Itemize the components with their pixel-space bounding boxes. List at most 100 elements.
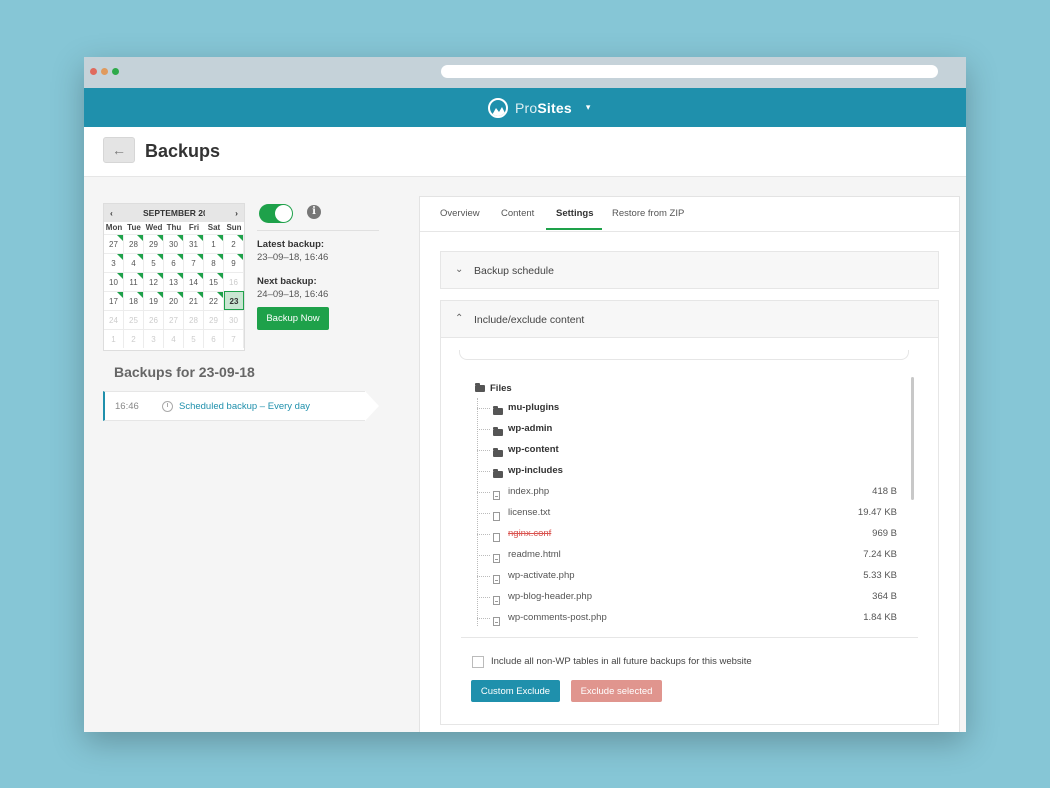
calendar-day: 4: [164, 329, 184, 348]
calendar-day[interactable]: 8: [204, 253, 224, 272]
brand-name: ProSites: [515, 99, 572, 116]
calendar-day[interactable]: 9: [224, 253, 244, 272]
accordion-title: Include/exclude content: [474, 314, 585, 326]
calendar-day: 7: [224, 329, 244, 348]
tree-item-size: 5.33 KB: [863, 570, 897, 581]
tree-file-row[interactable]: wp-blog-header.php 364 B: [477, 587, 897, 607]
calendar-day: 27: [164, 310, 184, 329]
exclude-selected-button[interactable]: Exclude selected: [571, 680, 662, 702]
tree-branch-line: [477, 471, 490, 472]
brand-menu[interactable]: ProSites ▾: [488, 96, 590, 119]
calendar-day[interactable]: 19: [144, 291, 164, 310]
custom-exclude-button[interactable]: Custom Exclude: [471, 680, 560, 702]
tree-branch-line: [477, 555, 490, 556]
folder-open-icon: [475, 382, 485, 392]
tree-file-row[interactable]: license.txt 19.47 KB: [477, 503, 897, 523]
tree-branch-line: [477, 597, 490, 598]
tree-folder-row[interactable]: wp-admin: [477, 419, 897, 439]
calendar-day[interactable]: 1: [204, 234, 224, 253]
tree-item-name: index.php: [508, 486, 550, 497]
accordion-backup-schedule[interactable]: ⌄ Backup schedule: [440, 251, 939, 289]
calendar-day: 29: [204, 310, 224, 329]
tree-file-row[interactable]: wp-activate.php 5.33 KB: [477, 566, 897, 586]
calendar-day[interactable]: 21: [184, 291, 204, 310]
browser-window: ProSites ▾ ← Backups ‹ SEPTEMBER 2018 › …: [84, 57, 966, 732]
tab-bar: Overview Content Settings Restore from Z…: [420, 197, 959, 232]
tree-folder-row[interactable]: mu-plugins: [477, 398, 897, 418]
calendar-day[interactable]: 30: [164, 234, 184, 253]
tree-file-row[interactable]: index.php 418 B: [477, 482, 897, 502]
calendar-next-button[interactable]: ›: [235, 208, 238, 218]
tab-content[interactable]: Content: [501, 208, 534, 219]
tree-file-row[interactable]: readme.html 7.24 KB: [477, 545, 897, 565]
backup-calendar: ‹ SEPTEMBER 2018 › Mon Tue WedThu Fri Sat Sun…: [103, 203, 245, 351]
calendar-day[interactable]: 28: [124, 234, 144, 253]
include-tables-label: Include all non-WP tables in all future …: [491, 656, 752, 667]
include-exclude-body: Files mu-plugins wp-admin wp-content wp-inc…: [440, 338, 939, 725]
tab-settings[interactable]: Settings: [556, 208, 593, 219]
tree-folder-row[interactable]: wp-includes: [477, 461, 897, 481]
backups-for-heading: Backups for 23-09-18: [114, 364, 255, 380]
calendar-weekday: Sat: [207, 223, 221, 232]
calendar-day[interactable]: 15: [204, 272, 224, 291]
calendar-day[interactable]: 11: [124, 272, 144, 291]
calendar-day[interactable]: 13: [164, 272, 184, 291]
tab-overview[interactable]: Overview: [440, 208, 480, 219]
back-button[interactable]: ←: [103, 137, 135, 163]
calendar-day: 3: [144, 329, 164, 348]
tab-restore-zip[interactable]: Restore from ZIP: [612, 208, 684, 219]
latest-backup-value: 23–09–18, 16:46: [257, 252, 329, 263]
tree-item-size: 418 B: [872, 486, 897, 497]
tree-folder-row[interactable]: wp-content: [477, 440, 897, 460]
include-tables-checkbox[interactable]: [472, 656, 484, 668]
calendar-day[interactable]: 7: [184, 253, 204, 272]
accordion-include-exclude[interactable]: ⌃ Include/exclude content: [440, 300, 939, 338]
calendar-day[interactable]: 18: [124, 291, 144, 310]
calendar-day[interactable]: 29: [144, 234, 164, 253]
backup-now-button[interactable]: Backup Now: [257, 307, 329, 330]
tree-branch-line: [477, 576, 490, 577]
calendar-day[interactable]: 3: [104, 253, 124, 272]
calendar-day[interactable]: 22: [204, 291, 224, 310]
calendar-weekday: Mon: [105, 223, 123, 232]
calendar-day[interactable]: 12: [144, 272, 164, 291]
top-navbar: ProSites ▾: [84, 88, 966, 127]
minimize-dot[interactable]: [101, 68, 108, 75]
arrow-left-icon: ←: [112, 142, 126, 158]
calendar-day[interactable]: 31: [184, 234, 204, 253]
calendar-day-selected[interactable]: 23: [224, 291, 244, 310]
backup-list-item[interactable]: 16:46 Scheduled backup – Every day: [103, 391, 379, 421]
tree-branch-line: [477, 492, 490, 493]
calendar-day[interactable]: 27: [104, 234, 124, 253]
caret-down-icon[interactable]: ▾: [586, 102, 591, 113]
calendar-day[interactable]: 6: [164, 253, 184, 272]
info-icon[interactable]: i: [307, 205, 321, 219]
tree-file-row[interactable]: nginx.conf 969 B: [477, 524, 897, 544]
calendar-day[interactable]: 10: [104, 272, 124, 291]
tree-item-size: 19.47 KB: [857, 507, 897, 518]
calendar-day[interactable]: 17: [104, 291, 124, 310]
close-dot[interactable]: [90, 68, 97, 75]
brand-logo-icon: [488, 97, 508, 118]
calendar-day[interactable]: 2: [224, 234, 244, 253]
tree-root-label: Files: [490, 383, 512, 394]
calendar-header: ‹ SEPTEMBER 2018 ›: [104, 204, 244, 222]
tree-root-files[interactable]: Files: [475, 382, 512, 394]
calendar-day[interactable]: 14: [184, 272, 204, 291]
calendar-prev-button[interactable]: ‹: [110, 208, 113, 218]
backup-toggle[interactable]: [259, 204, 293, 223]
tree-file-row[interactable]: wp-comments-post.php 1.84 KB: [477, 608, 897, 628]
calendar-weekday: Wed: [145, 223, 163, 232]
divider: [257, 230, 379, 231]
tree-branch-line: [477, 408, 490, 409]
maximize-dot[interactable]: [112, 68, 119, 75]
tree-scrollbar[interactable]: [911, 377, 914, 500]
calendar-day[interactable]: 4: [124, 253, 144, 272]
tree-item-size: 969 B: [872, 528, 897, 539]
address-bar[interactable]: [441, 65, 938, 78]
chevron-up-icon: ⌃: [455, 313, 464, 324]
calendar-day[interactable]: 20: [164, 291, 184, 310]
calendar-day: 25: [124, 310, 144, 329]
tree-item-name: mu-plugins: [508, 402, 560, 413]
calendar-day[interactable]: 5: [144, 253, 164, 272]
